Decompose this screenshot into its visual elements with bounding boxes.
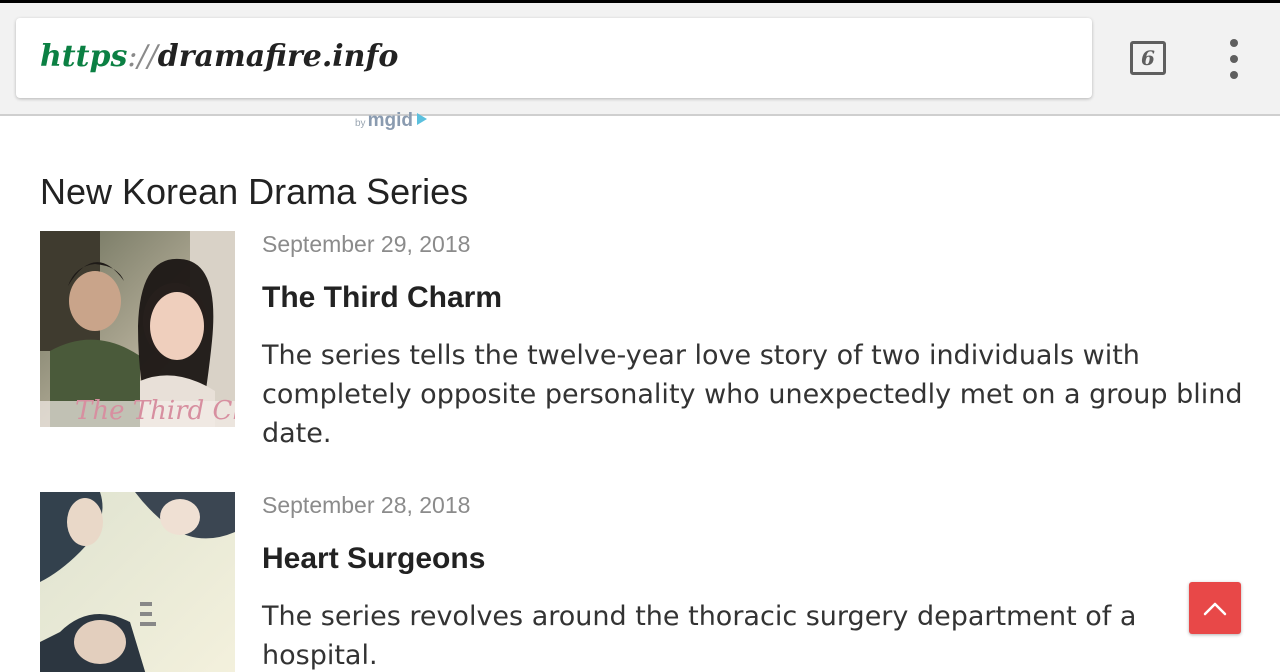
chevron-up-icon — [1203, 602, 1227, 616]
scroll-to-top-button[interactable] — [1189, 582, 1241, 634]
article-item: September 28, 2018 Heart Surgeons The se… — [40, 492, 1250, 672]
url-scheme: https — [40, 39, 128, 74]
article-thumbnail[interactable] — [40, 492, 235, 672]
menu-dot — [1230, 39, 1238, 47]
article-title-link[interactable]: Heart Surgeons — [262, 542, 485, 576]
ad-by-label: by — [355, 118, 366, 129]
article-thumbnail[interactable]: The Third Charm — [40, 231, 235, 427]
menu-dot — [1230, 71, 1238, 79]
section-title: New Korean Drama Series — [40, 171, 469, 212]
poster-title-text: The Third Charm — [75, 396, 235, 426]
ad-attribution[interactable]: by mgid — [355, 110, 427, 132]
page: https://dramafire.info 6 by mgid New Kore… — [0, 0, 1280, 672]
article-description: The series tells the twelve-year love st… — [262, 340, 1243, 449]
tab-switcher-button[interactable]: 6 — [1130, 41, 1166, 75]
tab-count: 6 — [1141, 46, 1155, 70]
url-domain: dramafire.info — [157, 39, 399, 74]
article-date: September 29, 2018 — [262, 231, 471, 257]
poster-image-the-third-charm: The Third Charm — [40, 231, 235, 427]
more-vert-icon[interactable] — [1218, 39, 1250, 79]
article-description: The series revolves around the thoracic … — [262, 601, 1137, 671]
article-title-link[interactable]: The Third Charm — [262, 281, 502, 315]
article-date: September 28, 2018 — [262, 492, 471, 518]
poster-image-heart-surgeons — [40, 492, 235, 672]
url-text[interactable]: https://dramafire.info — [40, 37, 398, 77]
url-separator: :// — [127, 39, 158, 74]
ad-brand: mgid — [367, 110, 413, 131]
menu-dot — [1230, 55, 1238, 63]
address-bar[interactable]: https://dramafire.info — [16, 18, 1092, 98]
ad-choices-icon — [416, 113, 427, 125]
browser-toolbar: https://dramafire.info 6 — [0, 3, 1280, 116]
article-item: The Third Charm September 29, 2018 The T… — [40, 231, 1250, 461]
